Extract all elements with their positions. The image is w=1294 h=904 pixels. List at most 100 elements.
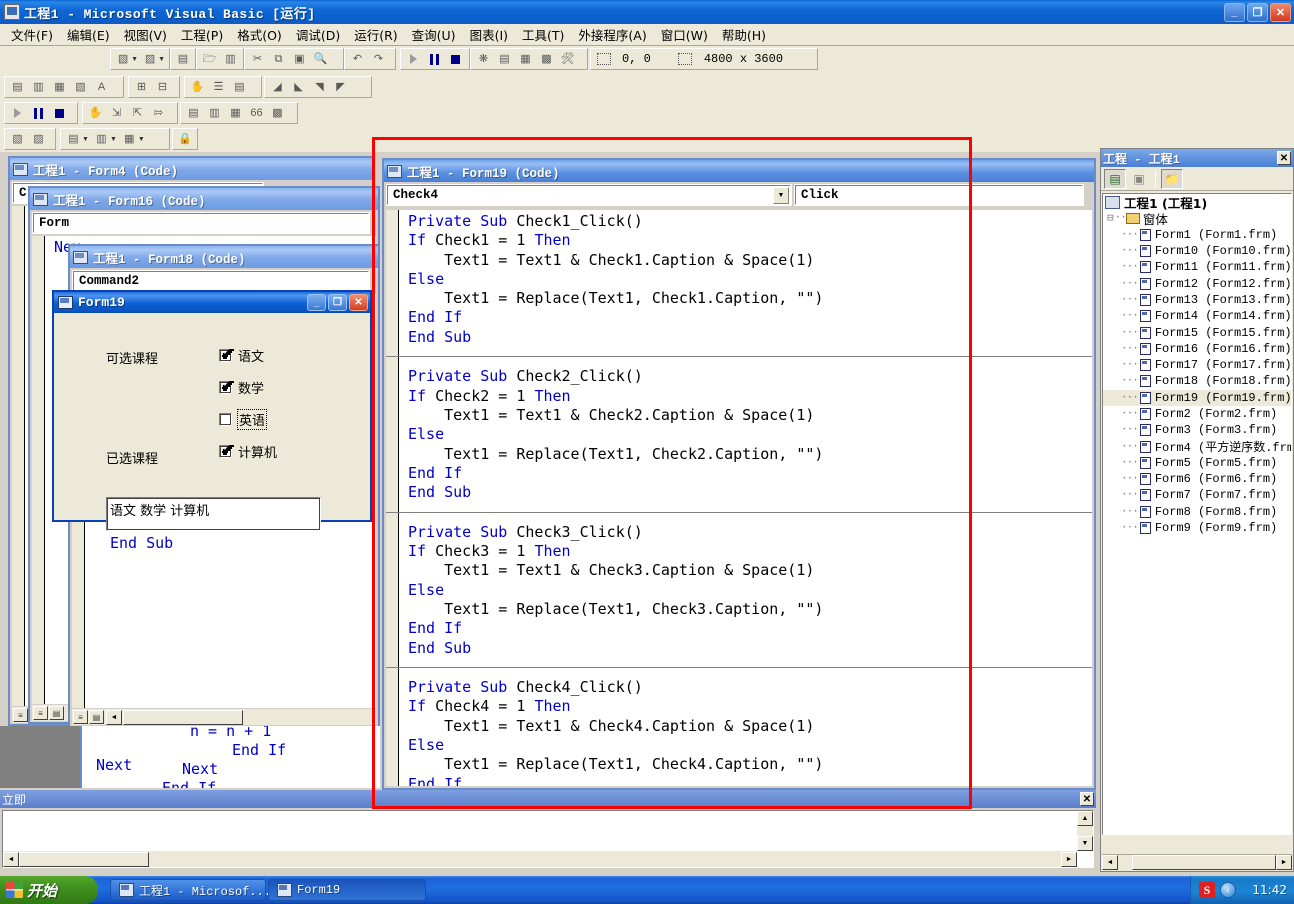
object-combo[interactable]: Check4 ▼ — [386, 184, 792, 206]
project-explorer-close-icon[interactable]: ✕ — [1277, 151, 1291, 165]
paste-icon[interactable]: ▣ — [289, 50, 310, 69]
object-combo-form18[interactable]: Command2 — [72, 270, 370, 292]
project-item[interactable]: ··· Form18 (Form18.frm) — [1103, 373, 1291, 389]
imm-hscroll-right-icon[interactable]: ► — [1061, 851, 1077, 867]
project-explorer-icon[interactable]: ❋ — [473, 50, 494, 69]
project-item[interactable]: ··· Form2 (Form2.frm) — [1103, 406, 1291, 422]
menu-item-format[interactable]: 格式(O) — [230, 23, 289, 46]
menu-item-edit[interactable]: 编辑(E) — [60, 23, 117, 46]
pe-hscroll-left-icon[interactable]: ◄ — [1102, 855, 1118, 870]
procedure-combo[interactable]: Click — [794, 184, 1084, 206]
project-root-row[interactable]: 工程1 (工程1) — [1103, 194, 1291, 211]
project-tree[interactable]: 工程1 (工程1) ⊟ ·· 窗体 ··· Form1 (Form1.frm) ··… — [1102, 193, 1292, 835]
forms-folder-row[interactable]: ⊟ ·· 窗体 — [1103, 210, 1291, 227]
close-button[interactable]: ✕ — [1270, 2, 1291, 22]
pe-hscroll-thumb[interactable] — [1132, 855, 1276, 870]
align-centers-icon[interactable]: ▥ — [28, 78, 49, 97]
break-icon[interactable] — [424, 50, 445, 69]
project-item[interactable]: ··· Form1 (Form1.frm) — [1103, 227, 1291, 243]
align-grid-icon[interactable]: ▧ — [70, 78, 91, 97]
step-out-icon[interactable]: ⇰ — [148, 104, 169, 123]
tree-expander-icon[interactable]: ⊟ — [1107, 211, 1114, 225]
minimize-button[interactable]: _ — [1224, 2, 1245, 22]
immediate-window-icon[interactable]: ▥ — [204, 104, 225, 123]
project-item[interactable]: ··· Form10 (Form10.frm) — [1103, 243, 1291, 259]
step-into-icon[interactable]: ⇲ — [106, 104, 127, 123]
toolbox-icon[interactable]: 🛠 — [557, 50, 578, 69]
view-object-icon[interactable]: ▣ — [1128, 169, 1150, 189]
menu-item-addins[interactable]: 外接程序(A) — [571, 23, 653, 46]
project-item[interactable]: ··· Form7 (Form7.frm) — [1103, 487, 1291, 503]
object-browser-icon[interactable]: ▩ — [536, 50, 557, 69]
project-item[interactable]: ··· Form6 (Form6.frm) — [1103, 471, 1291, 487]
taskbar-item-form19[interactable]: Form19 — [268, 879, 426, 901]
hscroll-thumb-form18[interactable] — [123, 709, 243, 725]
immediate-window[interactable]: 立即 ✕ ▲ ▼ ◄ ► — [0, 790, 1096, 870]
menu-item-view[interactable]: 视图(V) — [117, 23, 174, 46]
font-size-icon[interactable]: A — [91, 78, 112, 97]
hscrollbar-form18[interactable]: ≡ ▤ ◄ — [72, 709, 376, 725]
send-to-back-icon[interactable]: ◣ — [288, 78, 309, 97]
project-item[interactable]: ··· Form13 (Form13.frm) — [1103, 292, 1291, 308]
immediate-vscrollbar[interactable]: ▲ ▼ — [1077, 811, 1093, 851]
sogou-input-icon[interactable]: S — [1199, 882, 1215, 898]
full-module-view-icon-form16[interactable]: ▤ — [49, 706, 64, 720]
debug-stop-icon[interactable] — [49, 104, 70, 123]
quick-watch-icon[interactable]: 66 — [246, 104, 267, 123]
project-item[interactable]: ··· Form5 (Form5.frm) — [1103, 455, 1291, 471]
procedure-view-icon-form16[interactable]: ≡ — [33, 706, 48, 720]
indent-icon[interactable]: ▧ — [7, 130, 28, 149]
toggle-breakpoint-icon[interactable]: ✋ — [85, 104, 106, 123]
full-module-view-icon-form18[interactable]: ▤ — [89, 710, 104, 724]
checkbox-jisuanji-box[interactable]: ✔ — [219, 443, 233, 458]
code-editor-form19[interactable]: Private Sub Check1_Click() If Check1 = 1 … — [386, 210, 1092, 786]
checkbox-yuwen-box[interactable]: ✔ — [219, 347, 233, 362]
save-project-icon[interactable]: ▥ — [220, 50, 241, 69]
project-item[interactable]: ··· Form4 (平方逆序数.frm) — [1103, 438, 1291, 455]
hscroll-left-form18[interactable]: ◄ — [106, 709, 122, 725]
imm-hscroll-left-icon[interactable]: ◄ — [3, 851, 19, 867]
properties-window-icon[interactable]: ▤ — [494, 50, 515, 69]
project-item[interactable]: ··· Form12 (Form12.frm) — [1103, 275, 1291, 291]
view-code-icon[interactable]: ▤ — [1104, 168, 1126, 189]
taskbar-item-vb[interactable]: 工程1 - Microsof... — [110, 879, 271, 901]
align-tops-icon[interactable]: ▦ — [49, 78, 70, 97]
imm-vscroll-up-icon[interactable]: ▲ — [1077, 811, 1093, 826]
make-same-width-icon[interactable]: ⊞ — [131, 78, 152, 97]
checkbox-shuxue-box[interactable]: ✔ — [219, 379, 233, 394]
bring-forward-icon[interactable]: ◥ — [309, 78, 330, 97]
bring-to-front-icon[interactable]: ◢ — [267, 78, 288, 97]
locals-window-icon[interactable]: ▤ — [183, 104, 204, 123]
project-item[interactable]: ··· Form8 (Form8.frm) — [1103, 504, 1291, 520]
project-item[interactable]: ··· Form19 (Form19.frm) — [1103, 389, 1291, 406]
menu-item-run[interactable]: 运行(R) — [347, 23, 404, 46]
checkbox-yuwen[interactable]: ✔ 语文 — [219, 346, 264, 365]
project-item[interactable]: ··· Form3 (Form3.frm) — [1103, 422, 1291, 438]
open-project-icon[interactable]: 🗁 — [199, 50, 220, 69]
step-over-icon[interactable]: ⇱ — [127, 104, 148, 123]
menu-item-tools[interactable]: 工具(T) — [515, 23, 571, 46]
restore-button[interactable]: ❐ — [1247, 2, 1268, 22]
menu-item-query[interactable]: 查询(U) — [405, 23, 463, 46]
chevron-down-icon-object-combo[interactable]: ▼ — [773, 186, 789, 204]
add-project-icon[interactable]: ▧ — [113, 50, 133, 69]
center-horizontally-icon[interactable]: ☰ — [208, 78, 229, 97]
immediate-window-close-icon[interactable]: ✕ — [1080, 792, 1094, 806]
form19-close-button[interactable]: ✕ — [349, 294, 368, 311]
immediate-window-body[interactable]: ▲ ▼ ◄ ► — [2, 810, 1094, 868]
start-button[interactable]: 开始 — [0, 876, 98, 904]
project-item[interactable]: ··· Form17 (Form17.frm) — [1103, 357, 1291, 373]
selected-courses-textbox[interactable]: 语文 数学 计算机 — [106, 497, 321, 531]
toggle-bookmark-icon[interactable]: ▦ — [119, 130, 140, 149]
imm-hscroll-thumb[interactable] — [19, 851, 149, 867]
outdent-icon[interactable]: ▨ — [28, 130, 49, 149]
checkbox-jisuanji[interactable]: ✔ 计算机 — [219, 442, 277, 461]
menu-item-diagram[interactable]: 图表(I) — [463, 23, 515, 46]
project-item[interactable]: ··· Form11 (Form11.frm) — [1103, 259, 1291, 275]
project-item[interactable]: ··· Form14 (Form14.frm) — [1103, 308, 1291, 324]
debug-break-icon[interactable] — [28, 104, 49, 123]
send-backward-icon[interactable]: ◤ — [330, 78, 351, 97]
stop-icon[interactable] — [445, 50, 466, 69]
menu-item-window[interactable]: 窗口(W) — [654, 23, 715, 46]
make-same-height-icon[interactable]: ⊟ — [152, 78, 173, 97]
